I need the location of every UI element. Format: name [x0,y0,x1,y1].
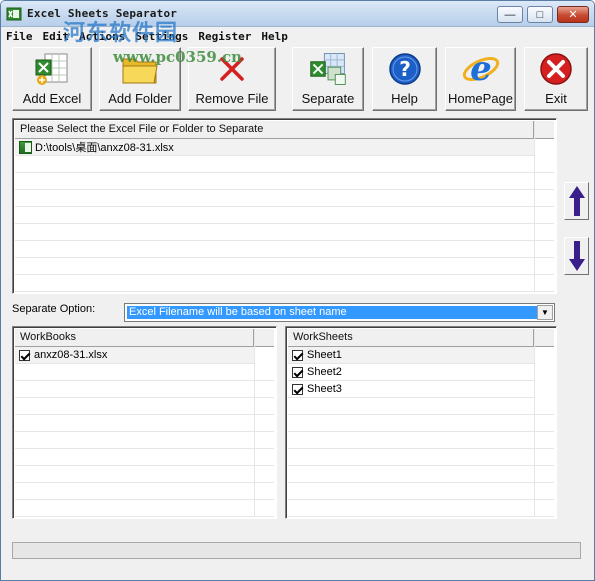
help-icon: ? [385,49,425,89]
worksheet-checkbox[interactable] [292,366,303,378]
empty-row [288,449,554,466]
help-label: Help [391,91,418,106]
workbook-name: anxz08-31.xlsx [34,349,108,361]
add-excel-button[interactable]: Add Excel [12,47,92,111]
homepage-button[interactable]: e HomePage [445,47,516,111]
worksheets-listbox[interactable]: WorkSheets Sheet1 Sheet2 Sheet3 [285,326,557,519]
help-button[interactable]: ? Help [372,47,437,111]
move-up-button[interactable] [564,182,589,220]
window-title: Excel Sheets Separator [27,7,178,20]
empty-row [288,466,554,483]
worksheets-header-end [534,329,554,347]
separate-icon [308,49,348,89]
empty-row [15,364,274,381]
empty-row [288,415,554,432]
empty-row [15,483,274,500]
close-button[interactable]: ✕ [557,6,589,23]
empty-row [15,241,554,258]
menu-settings[interactable]: Settings [130,30,193,43]
file-list-header[interactable]: Please Select the Excel File or Folder t… [15,121,534,139]
worksheet-name: Sheet1 [307,349,342,361]
menu-help[interactable]: Help [256,30,293,43]
menu-bar: File Edit Actions Settings Register Help [1,27,594,45]
exit-label: Exit [545,91,567,106]
file-listbox[interactable]: Please Select the Excel File or Folder t… [12,118,557,294]
file-path: D:\tools\桌面\anxz08-31.xlsx [35,142,174,154]
workbooks-listbox[interactable]: WorkBooks anxz08-31.xlsx [12,326,277,519]
folder-icon [120,49,160,89]
menu-actions[interactable]: Actions [74,30,130,43]
empty-row [15,190,554,207]
empty-row [15,173,554,190]
empty-row [288,398,554,415]
empty-row [15,224,554,241]
empty-row [15,415,274,432]
svg-text:?: ? [399,57,411,81]
exit-icon [536,49,576,89]
workbook-item[interactable]: anxz08-31.xlsx [15,347,254,364]
empty-row [15,207,554,224]
empty-row [15,156,554,173]
add-folder-button[interactable]: Add Folder [99,47,181,111]
maximize-button[interactable]: □ [527,6,553,23]
worksheet-item[interactable]: Sheet2 [288,364,534,381]
empty-row [288,483,554,500]
worksheets-header[interactable]: WorkSheets [288,329,534,347]
empty-row [15,398,274,415]
progress-bar [12,542,581,559]
empty-row [15,449,274,466]
worksheet-item[interactable]: Sheet3 [288,381,534,398]
file-list-header-end [534,121,554,139]
toolbar: Add Excel Add Folder Remove File Separat… [1,45,594,113]
worksheet-item[interactable]: Sheet1 [288,347,534,364]
menu-file[interactable]: File [1,30,38,43]
remove-icon [212,49,252,89]
add-excel-label: Add Excel [22,91,82,106]
empty-row [288,500,554,517]
separate-option-select[interactable]: Excel Filename will be based on sheet na… [124,303,555,322]
move-down-button[interactable] [564,237,589,275]
workbooks-header-end [254,329,274,347]
excel-file-icon [19,140,32,154]
homepage-label: HomePage [447,91,514,106]
arrow-down-icon [568,241,585,271]
empty-row [15,381,274,398]
separate-button[interactable]: Separate [292,47,364,111]
empty-row [15,500,274,517]
app-window: Excel Sheets Separator — □ ✕ 河东软件园 www.p… [0,0,595,581]
menu-edit[interactable]: Edit [38,30,75,43]
dropdown-arrow-icon[interactable]: ▼ [537,305,553,320]
workbooks-header[interactable]: WorkBooks [15,329,254,347]
empty-row [15,258,554,275]
add-folder-label: Add Folder [108,91,172,106]
separate-label: Separate [301,91,355,106]
list-item[interactable]: D:\tools\桌面\anxz08-31.xlsx [15,139,534,156]
svg-text:e: e [470,49,492,89]
worksheet-name: Sheet3 [307,383,342,395]
remove-file-button[interactable]: Remove File [188,47,276,111]
workbook-checkbox[interactable] [19,349,30,361]
separate-option-value: Excel Filename will be based on sheet na… [127,306,537,319]
browser-icon: e [461,49,501,89]
arrow-up-icon [568,186,585,216]
worksheet-name: Sheet2 [307,366,342,378]
remove-file-label: Remove File [195,91,269,106]
menu-register[interactable]: Register [193,30,256,43]
title-bar[interactable]: Excel Sheets Separator — □ ✕ [1,1,594,27]
add-excel-icon [32,49,72,89]
exit-button[interactable]: Exit [524,47,588,111]
empty-row [288,432,554,449]
worksheet-checkbox[interactable] [292,383,303,395]
app-icon [6,7,22,21]
empty-row [15,466,274,483]
minimize-button[interactable]: — [497,6,523,23]
empty-row [15,275,554,292]
empty-row [15,432,274,449]
separate-option-label: Separate Option: [12,303,96,315]
worksheet-checkbox[interactable] [292,349,303,361]
